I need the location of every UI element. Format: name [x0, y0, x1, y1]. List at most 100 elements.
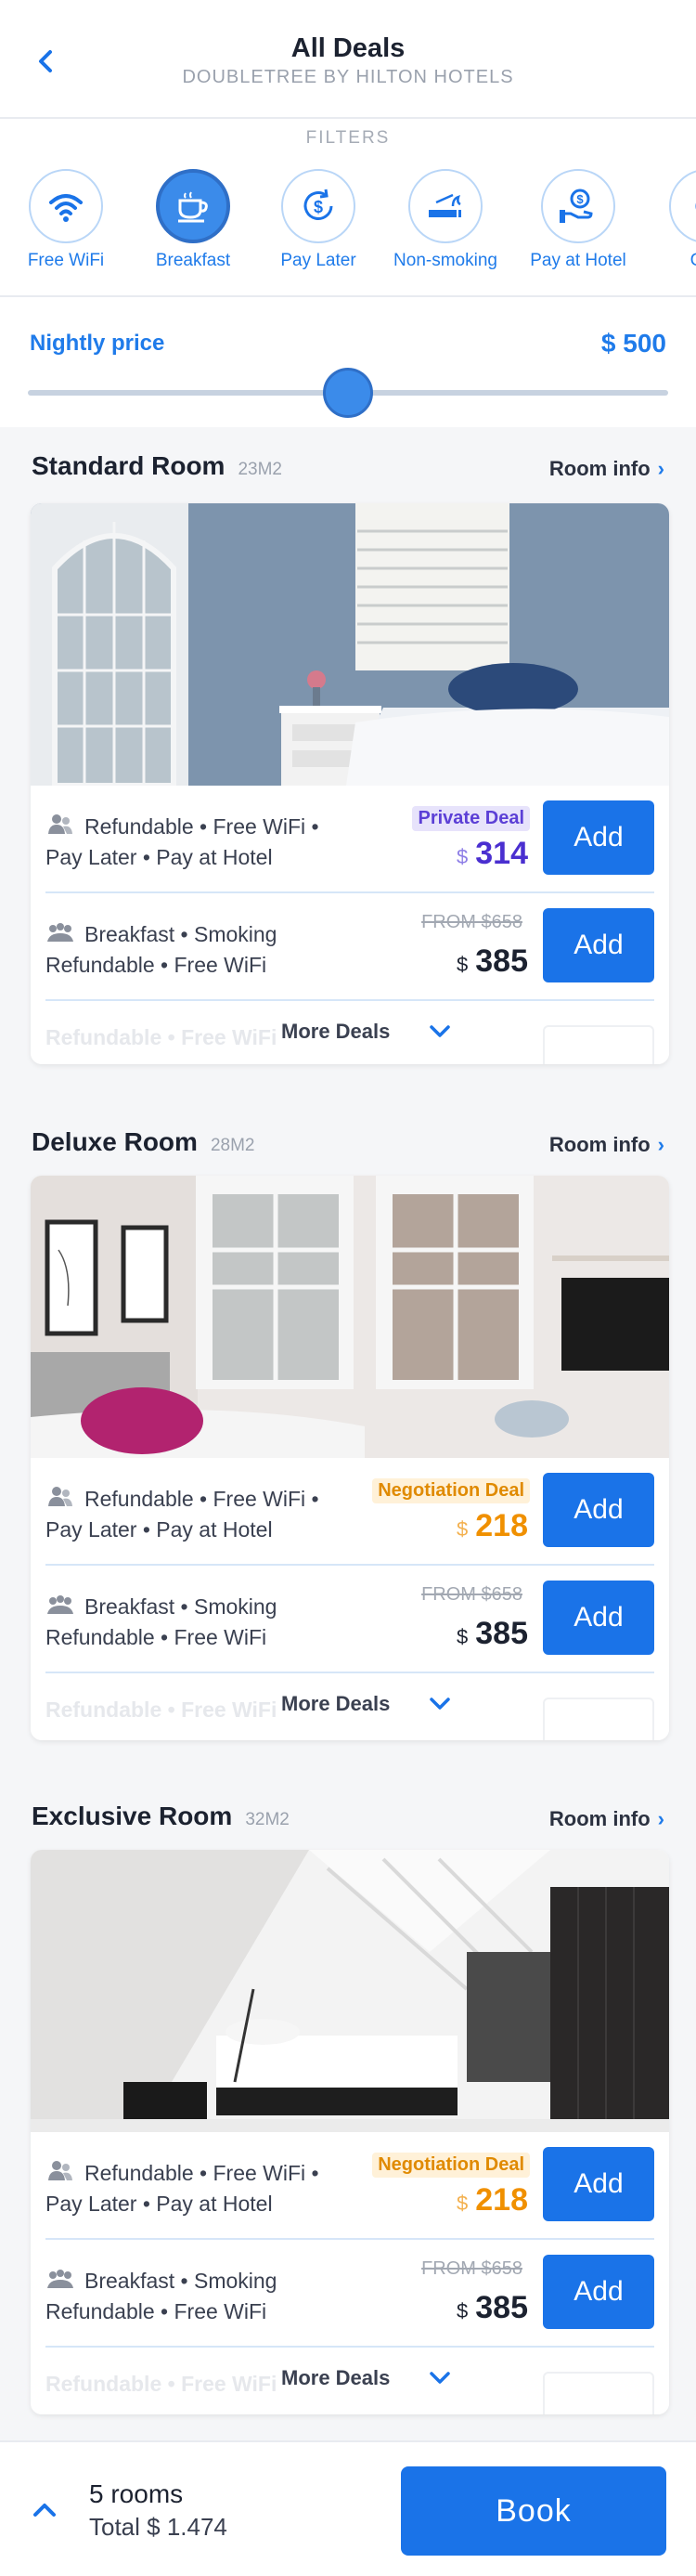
rooms-count: 5 rooms — [89, 2479, 184, 2508]
room-photo[interactable] — [31, 503, 669, 786]
currency-symbol: $ — [457, 953, 469, 976]
price-slider-thumb[interactable] — [323, 368, 373, 418]
currency-symbol: $ — [457, 845, 469, 868]
people-icon — [47, 923, 73, 942]
hotel-name: DOUBLETREE BY HILTON HOTELS — [182, 67, 514, 87]
deal-features-2: Refundable • Free WiFi — [45, 1625, 267, 1649]
deal-features: Breakfast • Smoking — [84, 2269, 277, 2293]
filter-non-smoking[interactable]: Non-smoking — [385, 169, 506, 271]
deal-features-2: Pay Later • Pay at Hotel — [45, 2192, 273, 2216]
people-icon — [48, 814, 72, 834]
price-amount: 385 — [475, 1616, 528, 1651]
room-info-link[interactable]: Room info › — [549, 457, 664, 481]
bottom-bar: 5 rooms Total $ 1.474 Book — [0, 2440, 696, 2576]
nightly-price-value: $ 500 — [600, 329, 666, 358]
svg-text:$: $ — [314, 198, 323, 216]
filters-bar: FILTERS Free WiFi Breakfast $ Pay Later … — [0, 119, 696, 297]
filter-partial[interactable]: Can — [646, 169, 696, 271]
chevron-down-icon — [430, 2372, 450, 2384]
room-info-label: Room info — [548, 457, 651, 480]
room-header: Deluxe Room 28M2 — [32, 1127, 254, 1164]
more-deals-label: More Deals — [281, 1020, 391, 1043]
add-button[interactable]: Add — [543, 800, 654, 875]
filter-breakfast[interactable]: Breakfast — [133, 169, 253, 271]
filter-pay-later[interactable]: $ Pay Later — [258, 169, 379, 271]
from-price: FROM $658 — [421, 1584, 522, 1605]
chevron-down-icon — [430, 1698, 450, 1710]
add-button[interactable]: Add — [543, 1473, 654, 1547]
people-icon — [47, 2270, 73, 2288]
book-button[interactable]: Book — [401, 2466, 666, 2556]
room-photo[interactable] — [31, 1850, 669, 2132]
price-amount: 385 — [475, 943, 528, 979]
room-name: Deluxe Room — [32, 1127, 198, 1156]
from-price: FROM $658 — [421, 2258, 522, 2279]
faded-deal-text: Refundable • Free WiFi — [45, 1698, 277, 1722]
room-standard: Standard Room 23M2 Room info › Refundabl… — [0, 451, 696, 1064]
filter-label: Non-smoking — [393, 251, 497, 270]
price-amount: 385 — [475, 2290, 528, 2325]
room-size: 28M2 — [210, 1136, 255, 1155]
currency-symbol: $ — [457, 1625, 469, 1648]
filter-label: Free WiFi — [27, 251, 105, 270]
currency-symbol: $ — [457, 2299, 469, 2322]
filter-pay-at-hotel[interactable]: $ Pay at Hotel — [518, 169, 638, 271]
deal-features: Refundable • Free WiFi • — [84, 2161, 319, 2185]
more-deals-label: More Deals — [281, 2366, 391, 2389]
room-size: 23M2 — [238, 460, 282, 479]
nightly-price-label: Nightly price — [30, 331, 165, 356]
no-smoking-icon — [429, 193, 461, 217]
deal-features: Breakfast • Smoking — [84, 922, 277, 946]
room-size: 32M2 — [245, 1810, 290, 1829]
room-name: Standard Room — [32, 451, 226, 480]
more-deals-row[interactable]: Refundable • Free WiFi More Deals — [31, 1001, 669, 1064]
chevron-right-icon: › — [657, 1133, 664, 1156]
deal-features-2: Refundable • Free WiFi — [45, 2299, 267, 2323]
rooms-total: Total $ 1.474 — [89, 2513, 227, 2541]
room-name: Exclusive Room — [32, 1802, 233, 1830]
header: All Deals DOUBLETREE BY HILTON HOTELS — [0, 0, 696, 119]
add-button[interactable]: Add — [543, 908, 654, 982]
svg-text:$: $ — [576, 192, 584, 206]
deal-features: Breakfast • Smoking — [84, 1594, 277, 1619]
faded-deal-text: Refundable • Free WiFi — [45, 2372, 277, 2396]
deal-row: Breakfast • Smoking Refundable • Free Wi… — [31, 2240, 669, 2348]
room-exclusive: Exclusive Room 32M2 Room info › Refundab… — [0, 1802, 696, 2414]
faded-view-button — [543, 1698, 654, 1740]
deal-row: Breakfast • Smoking Refundable • Free Wi… — [31, 893, 669, 1001]
price-amount: 218 — [475, 1508, 528, 1543]
nightly-price-section: Nightly price $ 500 — [0, 297, 696, 427]
private-deal-badge: Private Deal — [412, 806, 530, 831]
wifi-icon — [49, 194, 83, 222]
chevron-down-icon — [430, 1025, 450, 1037]
add-button[interactable]: Add — [543, 2147, 654, 2221]
deal-features-2: Pay Later • Pay at Hotel — [45, 1517, 273, 1542]
room-photo[interactable] — [31, 1176, 669, 1458]
room-info-label: Room info — [548, 1807, 651, 1830]
deal-features: Refundable • Free WiFi • — [84, 1487, 319, 1511]
add-button[interactable]: Add — [543, 2255, 654, 2329]
filter-free-wifi[interactable]: Free WiFi — [6, 169, 126, 271]
deal-row: Refundable • Free WiFi • Pay Later • Pay… — [31, 2132, 669, 2240]
faded-view-button — [543, 2372, 654, 2414]
room-deluxe: Deluxe Room 28M2 Room info › Refundable … — [0, 1127, 696, 1740]
room-card: Refundable • Free WiFi • Pay Later • Pay… — [31, 1850, 669, 2414]
deal-price: $218 — [457, 1508, 528, 1544]
filter-label: Breakfast — [155, 251, 231, 270]
room-info-link[interactable]: Room info › — [549, 1807, 664, 1831]
add-button[interactable]: Add — [543, 1581, 654, 1655]
more-deals-row[interactable]: Refundable • Free WiFi More Deals — [31, 2348, 669, 2414]
currency-symbol: $ — [457, 1517, 469, 1541]
chevron-up-icon[interactable] — [30, 2496, 59, 2522]
room-info-link[interactable]: Room info › — [549, 1133, 664, 1157]
chevron-right-icon: › — [657, 457, 664, 480]
room-card: Refundable • Free WiFi • Pay Later • Pay… — [31, 1176, 669, 1740]
chevron-right-icon: › — [657, 1807, 664, 1830]
negotiation-deal-badge: Negotiation Deal — [372, 2153, 530, 2178]
room-card: Refundable • Free WiFi • Pay Later • Pay… — [31, 503, 669, 1064]
more-deals-row[interactable]: Refundable • Free WiFi More Deals — [31, 1673, 669, 1740]
deal-price: $218 — [457, 2182, 528, 2218]
people-icon — [47, 1595, 73, 1614]
pay-later-icon: $ — [303, 189, 333, 220]
deal-price: $385 — [457, 943, 528, 980]
